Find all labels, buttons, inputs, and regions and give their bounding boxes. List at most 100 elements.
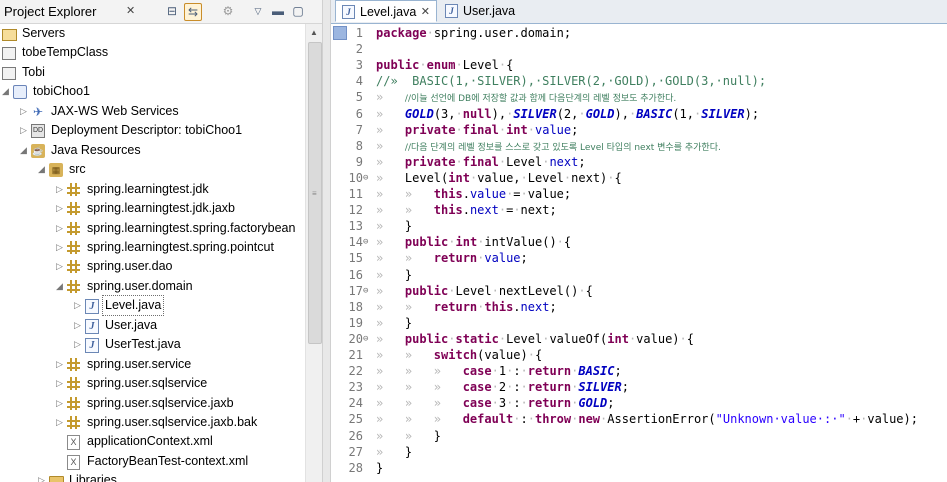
code-line[interactable]: 17 ⊖» public·Level·nextLevel()·{ — [331, 283, 947, 299]
code-line[interactable]: 18 » » return·this.next; — [331, 299, 947, 315]
tree-item[interactable]: ▷ J User.java — [0, 316, 305, 335]
sash-divider[interactable] — [322, 0, 331, 482]
collapsed-twisty-icon[interactable]: ▷ — [19, 121, 28, 140]
project-explorer-header: Project Explorer ✕ ⊟ ⇆ ⚙ ▽ ▬ ▢ — [0, 0, 322, 24]
expanded-twisty-icon[interactable]: ◢ — [37, 160, 46, 179]
code-line[interactable]: 9 » private·final·Level·next; — [331, 154, 947, 170]
package-icon — [67, 279, 80, 293]
code-line[interactable]: 5» //이늘 선언에 DB에 저장할 값과 함께 다음단계의 레벨 정보도 추… — [331, 89, 947, 105]
collapse-all-icon[interactable]: ⊟ — [164, 3, 180, 19]
fold-toggle-icon[interactable]: ⊖ — [363, 234, 373, 250]
code-line[interactable]: 10 ⊖» Level(int·value,·Level·next)·{ — [331, 170, 947, 186]
tree-item[interactable]: ▷ DD Deployment Descriptor: tobiChoo1 — [0, 121, 305, 140]
collapsed-twisty-icon[interactable]: ▷ — [55, 219, 64, 238]
collapsed-twisty-icon[interactable]: ▷ — [73, 316, 82, 335]
tree-item[interactable]: ▷ spring.user.dao — [0, 257, 305, 276]
expanded-twisty-icon[interactable]: ◢ — [55, 277, 64, 296]
code-line[interactable]: 28} — [331, 460, 947, 476]
code-line[interactable]: 11 » » this.value·=·value; — [331, 186, 947, 202]
line-number: 21 — [348, 348, 363, 362]
collapsed-twisty-icon[interactable]: ▷ — [55, 374, 64, 393]
code-line[interactable]: 21 » » switch(value)·{ — [331, 347, 947, 363]
tree-item[interactable]: ▷ spring.learningtest.spring.pointcut — [0, 238, 305, 257]
close-tab-icon[interactable]: ✕ — [421, 1, 430, 23]
collapsed-twisty-icon[interactable]: ▷ — [55, 394, 64, 413]
code-line[interactable]: 19 » } — [331, 315, 947, 331]
tree-item[interactable]: XapplicationContext.xml — [0, 432, 305, 451]
collapsed-twisty-icon[interactable]: ▷ — [55, 180, 64, 199]
collapsed-twisty-icon[interactable]: ▷ — [19, 102, 28, 121]
line-number: 25 — [348, 412, 363, 427]
tree-item[interactable]: ▷ spring.learningtest.spring.factorybean — [0, 219, 305, 238]
code-line[interactable]: 25 » » » default·:·throw·new·AssertionErr… — [331, 411, 947, 427]
collapsed-twisty-icon[interactable]: ▷ — [55, 413, 64, 432]
fold-toggle-icon[interactable]: ⊖ — [363, 170, 373, 186]
collapsed-twisty-icon[interactable]: ▷ — [55, 199, 64, 218]
tree-item[interactable]: tobeTempClass — [0, 43, 305, 62]
tree-item[interactable]: ▷ Libraries — [0, 471, 305, 482]
view-menu-icon[interactable]: ▽ — [250, 3, 266, 19]
code-line[interactable]: 23 » » » case·2·:·return·SILVER; — [331, 379, 947, 395]
code-line[interactable]: 2 — [331, 41, 947, 57]
scrollbar-thumb[interactable]: ≡ — [308, 42, 322, 344]
line-number: 22 — [348, 364, 363, 379]
code-line[interactable]: 16 » } — [331, 267, 947, 283]
code-line[interactable]: 6 » GOLD(3,·null),·SILVER(2,·GOLD),·BASIC… — [331, 106, 947, 122]
collapsed-twisty-icon[interactable]: ▷ — [55, 355, 64, 374]
code-line[interactable]: 27 » } — [331, 444, 947, 460]
tree-item[interactable]: ▷ spring.user.service — [0, 355, 305, 374]
java-editor[interactable]: J Level.java ✕ J User.java 1 package·spring.u… — [331, 0, 947, 482]
filter-icon[interactable]: ⚙ — [220, 3, 236, 19]
tree-item[interactable]: ▷ J Level.java — [0, 295, 305, 317]
code-line[interactable]: 26 » » } — [331, 428, 947, 444]
editor-tab[interactable]: J User.java — [439, 0, 523, 22]
collapsed-twisty-icon[interactable]: ▷ — [37, 471, 46, 482]
java-file-icon: J — [445, 4, 458, 18]
code-line[interactable]: 13 » } — [331, 218, 947, 234]
tree-item[interactable]: ▷ ✈ JAX-WS Web Services — [0, 102, 305, 121]
code-line[interactable]: 8» //다음 단계의 레벨 정보를 스스로 갖고 있도록 Level 타입의 … — [331, 138, 947, 154]
tree-item[interactable]: ▷ J UserTest.java — [0, 335, 305, 354]
code-text: » public·static·Level·valueOf(int·value)… — [376, 331, 694, 346]
tree-item-label: src — [69, 162, 86, 177]
collapsed-twisty-icon[interactable]: ▷ — [73, 335, 82, 354]
minimize-view-icon[interactable]: ▬ — [270, 3, 286, 19]
fold-toggle-icon[interactable]: ⊖ — [363, 331, 373, 347]
scroll-up-icon[interactable]: ▲ — [310, 28, 318, 37]
code-line[interactable]: 14 ⊖» public·int·intValue()·{ — [331, 234, 947, 250]
close-view-icon[interactable]: ✕ — [126, 4, 135, 17]
code-line[interactable]: 3 public·enum·Level·{ — [331, 57, 947, 73]
tree-item-label: spring.learningtest.jdk.jaxb — [87, 201, 235, 216]
tree-item[interactable]: ▷ spring.learningtest.jdk — [0, 180, 305, 199]
tree-item[interactable]: ▷ spring.user.sqlservice — [0, 374, 305, 393]
tree-item[interactable]: ◢ ☕ Java Resources — [0, 141, 305, 160]
explorer-scrollbar[interactable]: ▲ ≡ — [305, 24, 322, 482]
collapsed-twisty-icon[interactable]: ▷ — [55, 257, 64, 276]
expanded-twisty-icon[interactable]: ◢ — [19, 141, 28, 160]
code-line[interactable]: 20 ⊖» public·static·Level·valueOf(int·val… — [331, 331, 947, 347]
tree-item[interactable]: ◢ tobiChoo1 — [0, 82, 305, 101]
tree-item[interactable]: ▷ spring.user.sqlservice.jaxb.bak — [0, 413, 305, 432]
code-line[interactable]: 1 package·spring.user.domain; — [331, 25, 947, 41]
code-line[interactable]: 15 » » return·value; — [331, 250, 947, 266]
collapsed-twisty-icon[interactable]: ▷ — [73, 296, 82, 315]
maximize-view-icon[interactable]: ▢ — [290, 3, 306, 19]
code-line[interactable]: 12 » » this.next·=·next; — [331, 202, 947, 218]
code-line[interactable]: 24 » » » case·3·:·return·GOLD; — [331, 395, 947, 411]
fold-toggle-icon[interactable]: ⊖ — [363, 283, 373, 299]
tree-item[interactable]: X FactoryBeanTest-context.xml — [0, 452, 305, 471]
tree-item[interactable]: ▷ spring.user.sqlservice.jaxb — [0, 394, 305, 413]
collapsed-twisty-icon[interactable]: ▷ — [55, 238, 64, 257]
code-text: » » this.value·=·value; — [376, 187, 572, 201]
link-with-editor-icon[interactable]: ⇆ — [184, 3, 202, 21]
tree-item[interactable]: Tobi — [0, 63, 305, 82]
tree-item[interactable]: ◢ ▦ src — [0, 160, 305, 179]
code-line[interactable]: 4 //» BASIC(1,·SILVER),·SILVER(2,·GOLD),·… — [331, 73, 947, 89]
tree-item[interactable]: ◢ spring.user.domain — [0, 277, 305, 296]
code-line[interactable]: 7 » private·final·int·value; — [331, 122, 947, 138]
tree-item[interactable]: ▷ spring.learningtest.jdk.jaxb — [0, 199, 305, 218]
editor-tab[interactable]: J Level.java ✕ — [335, 0, 437, 22]
tree-item[interactable]: Servers — [0, 24, 305, 43]
expanded-twisty-icon[interactable]: ◢ — [1, 82, 10, 101]
code-line[interactable]: 22 » » » case·1·:·return·BASIC; — [331, 363, 947, 379]
